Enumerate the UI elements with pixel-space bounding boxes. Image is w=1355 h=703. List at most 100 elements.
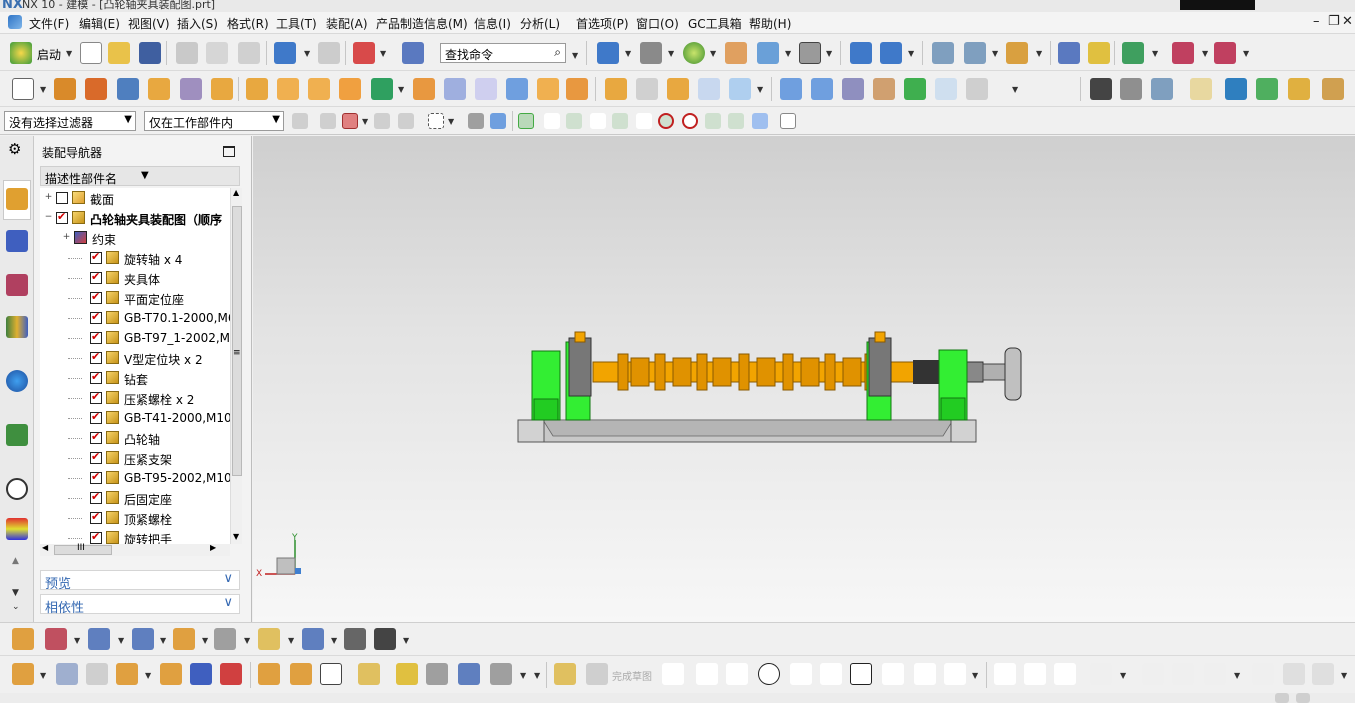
assembly-constraint-icon[interactable] (880, 42, 902, 64)
arrangement-icon[interactable] (320, 663, 342, 685)
clock-tab-icon[interactable] (6, 478, 28, 500)
linkage-icon[interactable] (458, 663, 480, 685)
column-header-part-name[interactable]: 描述性部件名 ▼ (40, 166, 240, 186)
strip-scroll-up-icon[interactable]: ▲ (12, 556, 19, 566)
pattern-icon[interactable] (1172, 42, 1194, 64)
show-hide-icon[interactable] (468, 113, 484, 129)
ruled-icon[interactable] (873, 78, 895, 100)
tree-node[interactable]: + 截面 (40, 188, 230, 208)
rectangle-select-icon[interactable] (428, 113, 444, 129)
draft-icon[interactable] (605, 78, 627, 100)
status-icon-2[interactable] (1296, 693, 1310, 703)
trim-body-icon[interactable] (444, 78, 466, 100)
save-icon[interactable] (139, 42, 161, 64)
tree-node[interactable]: GB-T95-2002,M10 (40, 468, 232, 488)
sketch-task-icon[interactable] (554, 663, 576, 685)
menu-view[interactable]: 视图(V) (128, 15, 170, 32)
hole-icon[interactable] (148, 78, 170, 100)
mirror-assembly-icon[interactable] (258, 663, 280, 685)
snap-line-icon[interactable] (544, 113, 560, 129)
part-navigator-tab-icon[interactable] (6, 274, 28, 296)
visibility-checkbox[interactable] (90, 250, 102, 264)
intersect-icon[interactable] (413, 78, 435, 100)
mesh-surface-icon[interactable] (811, 78, 833, 100)
search-icon[interactable]: ⌕ (554, 45, 561, 60)
sketch-icon[interactable] (12, 78, 34, 100)
abc-tool-icon[interactable] (1322, 78, 1344, 100)
snap-icon[interactable] (320, 113, 336, 129)
visibility-checkbox[interactable] (90, 430, 102, 444)
through-curves-icon[interactable] (780, 78, 802, 100)
view-boundary-icon[interactable] (258, 628, 280, 650)
selection-scope-select[interactable]: 仅在工作部件内 ▼ (144, 111, 284, 131)
edge-blend-icon[interactable] (537, 78, 559, 100)
maximize-icon[interactable] (223, 146, 235, 157)
graphics-window[interactable]: Y X (253, 136, 1355, 622)
snap-endpoint-icon[interactable] (518, 113, 534, 129)
sew-icon[interactable] (698, 78, 720, 100)
visibility-checkbox[interactable] (90, 510, 102, 524)
block-icon[interactable] (117, 78, 139, 100)
web-browser-tab-icon[interactable] (6, 370, 28, 392)
dependencies-section[interactable]: 相依性 ∨ (40, 594, 240, 616)
base-view-icon[interactable] (45, 628, 67, 650)
annotation-icon[interactable] (344, 628, 366, 650)
curve-rule-icon[interactable] (398, 113, 414, 129)
fillet-icon[interactable] (790, 663, 812, 685)
visibility-checkbox[interactable] (90, 270, 102, 284)
unite-icon[interactable] (339, 78, 361, 100)
exploded-view-icon[interactable] (1006, 42, 1028, 64)
pattern-curve-icon[interactable] (1142, 663, 1164, 685)
pattern-feature-icon[interactable] (277, 78, 299, 100)
tree-node[interactable]: 后固定座 (40, 488, 230, 508)
finish-sketch-icon[interactable] (586, 663, 608, 685)
component-array-icon[interactable] (290, 663, 312, 685)
datum-plane-icon[interactable] (246, 78, 268, 100)
detail-view-icon[interactable] (173, 628, 195, 650)
tree-node[interactable]: GB-T97_1-2002,M6 (40, 328, 238, 348)
snap-perpendicular-icon[interactable] (636, 113, 652, 129)
expand-icon[interactable]: + (62, 233, 71, 242)
history-tab-icon[interactable] (6, 424, 28, 446)
close-icon[interactable]: ✕ (1342, 14, 1353, 29)
tree-node[interactable]: 旋转轴 x 4 (40, 248, 230, 268)
render-style-icon[interactable] (640, 42, 662, 64)
redo-icon[interactable] (318, 42, 340, 64)
background-icon[interactable] (683, 42, 705, 64)
visibility-checkbox[interactable] (90, 330, 102, 344)
intersection-point-icon[interactable] (1204, 663, 1226, 685)
open-icon[interactable] (108, 42, 130, 64)
status-icon-1[interactable] (1275, 693, 1289, 703)
geometric-constraint-icon[interactable] (1283, 663, 1305, 685)
dimension-text-icon[interactable] (302, 628, 324, 650)
component-select-icon[interactable] (490, 113, 506, 129)
snap-vertex-icon[interactable] (612, 113, 628, 129)
menu-info[interactable]: 信息(I) (474, 15, 511, 32)
start-button[interactable]: 启动 (37, 46, 61, 63)
add-existing-icon[interactable] (116, 663, 138, 685)
point-set-icon[interactable] (1090, 78, 1112, 100)
extrude-icon[interactable] (54, 78, 76, 100)
move-component-icon[interactable] (850, 42, 872, 64)
assembly-model[interactable] (253, 136, 1355, 622)
settings-gear-icon[interactable]: ⚙ (8, 140, 21, 158)
preview-section[interactable]: 预览 ∨ (40, 570, 240, 592)
chamfer-icon[interactable] (566, 78, 588, 100)
make-corner-icon[interactable] (1054, 663, 1076, 685)
snap-tangent-icon[interactable] (728, 113, 744, 129)
menu-tools[interactable]: 工具(T) (276, 15, 317, 32)
tree-node[interactable]: 凸轮轴 (40, 428, 230, 448)
edit-drawing-icon[interactable] (12, 628, 34, 650)
visibility-checkbox[interactable] (90, 310, 102, 324)
spline-icon[interactable] (944, 663, 966, 685)
pad-icon[interactable] (211, 78, 233, 100)
mechanism-icon[interactable] (426, 663, 448, 685)
quick-extend-icon[interactable] (1024, 663, 1046, 685)
new-component-icon[interactable] (964, 42, 986, 64)
revolve-icon[interactable] (85, 78, 107, 100)
dimension-icon[interactable] (1214, 42, 1236, 64)
arc-icon[interactable] (726, 663, 748, 685)
menu-file[interactable]: 文件(F) (29, 15, 69, 32)
history-icon[interactable] (1256, 78, 1278, 100)
routing-icon[interactable] (490, 663, 512, 685)
